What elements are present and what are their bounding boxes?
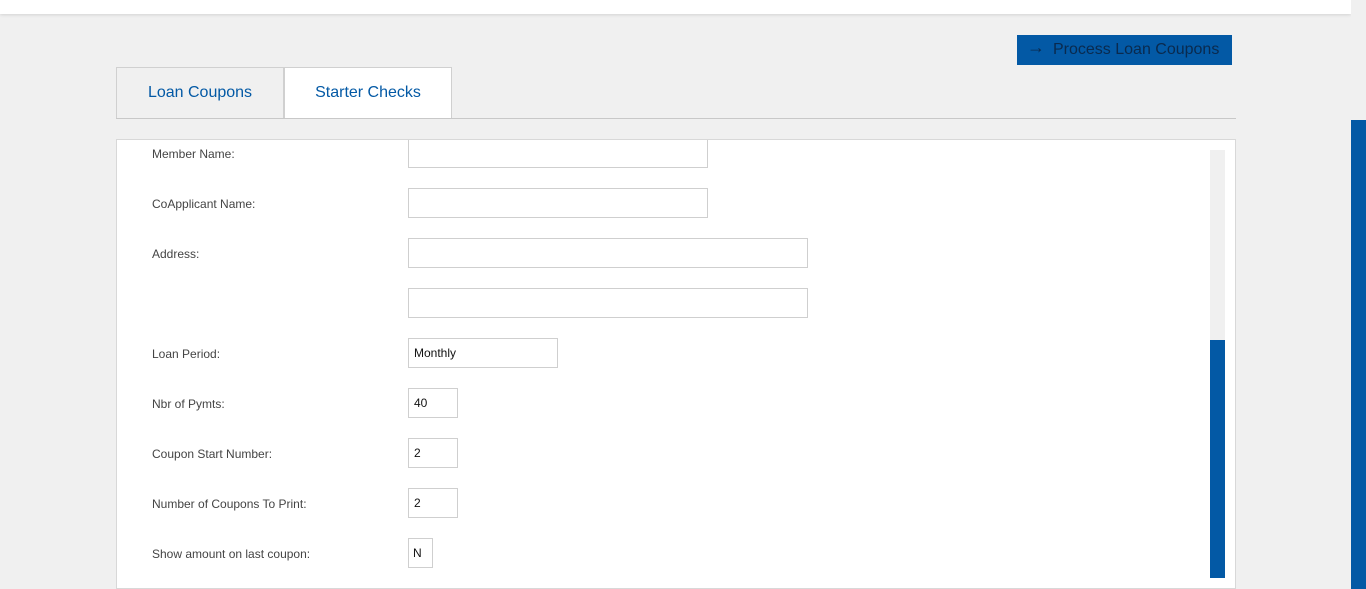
tabs-divider	[116, 118, 1236, 119]
tab-bar: Loan Coupons Starter Checks	[116, 67, 452, 119]
tab-starter-checks-label: Starter Checks	[315, 84, 421, 101]
loan-coupons-form-panel: Member Name: CoApplicant Name: Address: …	[116, 139, 1236, 589]
nbr-of-pymts-input[interactable]	[408, 388, 458, 418]
form-scrollbar-thumb[interactable]	[1210, 340, 1225, 578]
coapplicant-name-input[interactable]	[408, 188, 708, 218]
page-scrollbar-thumb[interactable]	[1351, 120, 1366, 589]
process-loan-coupons-label: Process Loan Coupons	[1053, 41, 1220, 58]
page-scrollbar[interactable]	[1351, 0, 1366, 589]
form-scrollbar[interactable]	[1210, 150, 1225, 578]
tab-starter-checks[interactable]: Starter Checks	[284, 67, 452, 118]
address-line2-input[interactable]	[408, 288, 808, 318]
loan-period-label: Loan Period:	[152, 347, 221, 361]
coupon-start-number-label: Coupon Start Number:	[152, 447, 273, 461]
member-name-label: Member Name:	[152, 147, 235, 161]
number-of-coupons-label: Number of Coupons To Print:	[152, 497, 307, 511]
show-amount-last-coupon-input[interactable]	[408, 538, 433, 568]
coupon-start-number-input[interactable]	[408, 438, 458, 468]
arrow-right-icon: →	[1027, 36, 1045, 57]
tab-loan-coupons-label: Loan Coupons	[147, 84, 253, 101]
member-name-input[interactable]	[408, 140, 708, 168]
top-header-bar	[0, 0, 1351, 14]
loan-period-input[interactable]	[408, 338, 558, 368]
address-line1-input[interactable]	[408, 238, 808, 268]
address-label: Address:	[152, 247, 200, 261]
show-amount-last-coupon-label: Show amount on last coupon:	[152, 547, 311, 561]
tab-loan-coupons[interactable]: Loan Coupons	[116, 67, 284, 118]
process-loan-coupons-button[interactable]: → Process Loan Coupons	[1017, 35, 1232, 65]
nbr-of-pymts-label: Nbr of Pymts:	[152, 397, 225, 411]
number-of-coupons-input[interactable]	[408, 488, 458, 518]
coapplicant-name-label: CoApplicant Name:	[152, 197, 256, 211]
